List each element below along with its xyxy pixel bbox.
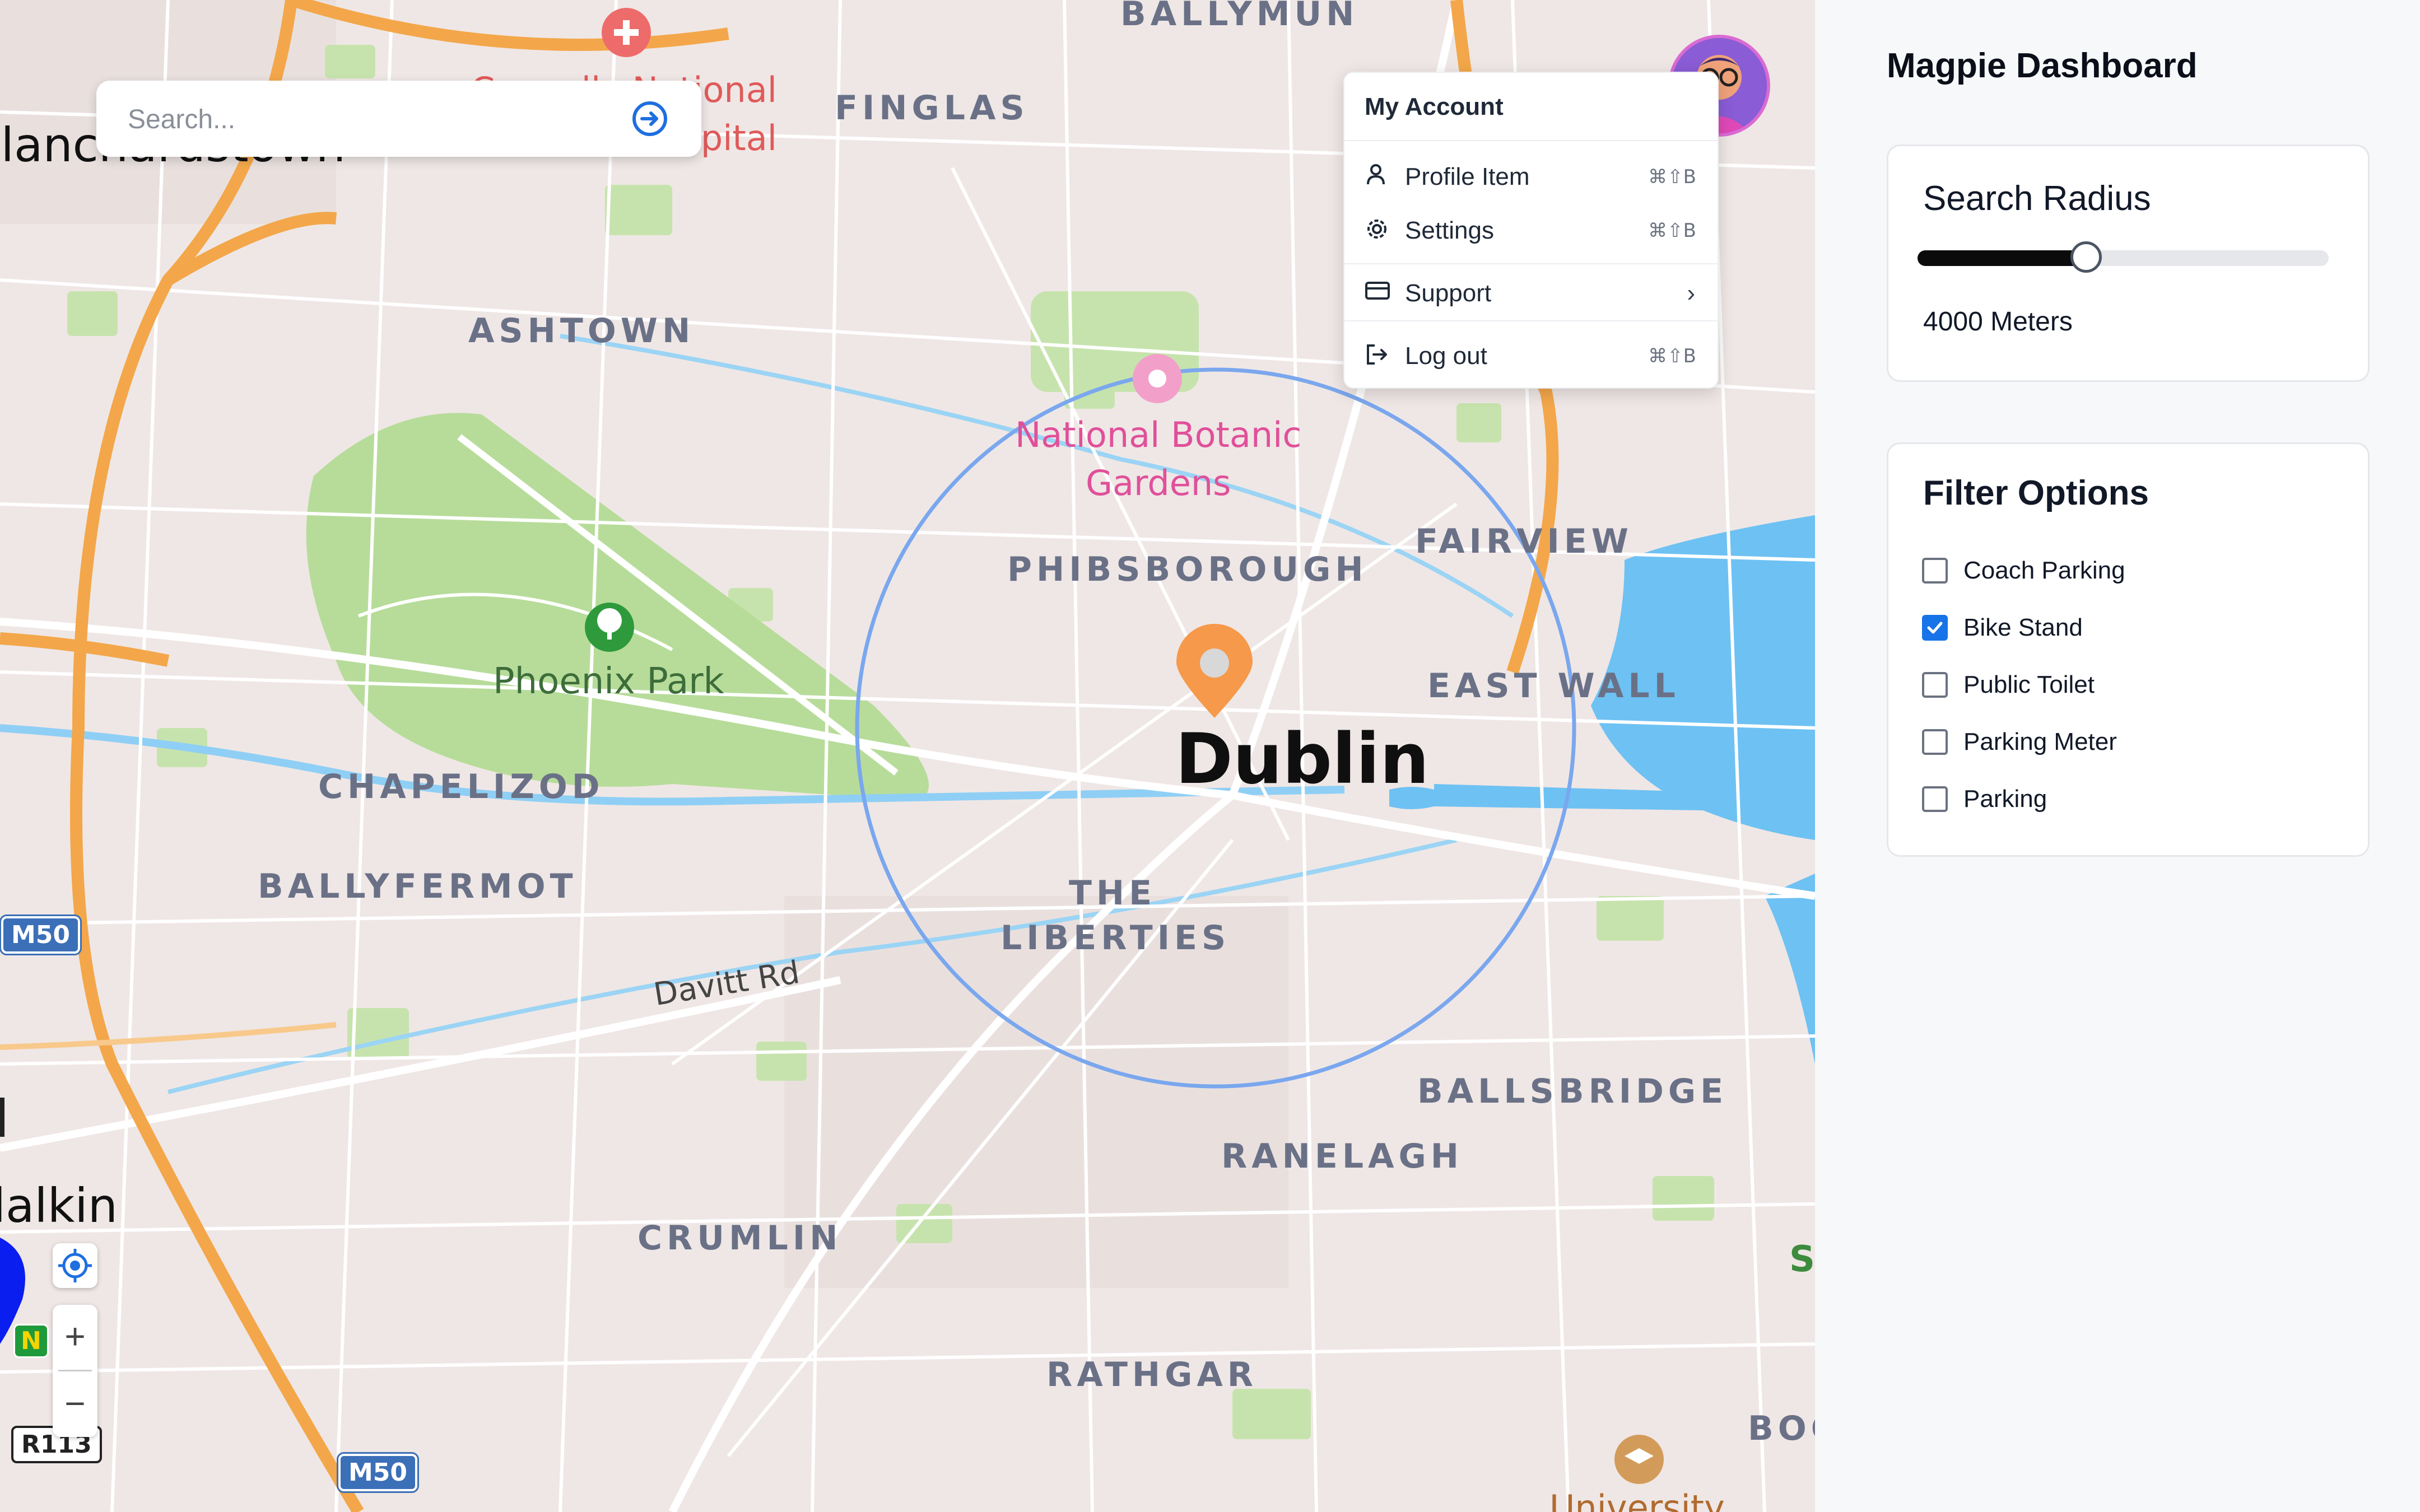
checkbox[interactable] [1922,672,1948,698]
credit-card-icon [1365,279,1393,307]
menu-item-logout[interactable]: Log out ⌘⇧B [1344,329,1718,383]
botanic-label-line2: Gardens [1085,463,1231,503]
search-radius-title: Search Radius [1923,179,2151,218]
person-icon [1365,163,1393,191]
checkbox[interactable] [1922,558,1948,584]
checkbox[interactable] [1922,786,1948,812]
district-label: CRUMLIN [637,1219,843,1258]
park-tree-icon [585,603,634,652]
filter-option-label: Public Toilet [1963,671,2095,698]
menu-item-support[interactable]: Support › [1344,267,1718,320]
menu-shortcut: ⌘⇧B [1648,345,1696,367]
filter-options-title: Filter Options [1923,474,2149,512]
menu-shortcut: ⌘⇧B [1648,166,1696,188]
menu-item-profile[interactable]: Profile Item ⌘⇧B [1344,150,1718,204]
gear-icon [1365,217,1393,245]
menu-header: My Account [1365,93,1504,120]
filter-option-bike-stand[interactable]: Bike Stand [1922,611,2083,645]
menu-item-label: Support [1405,279,1492,307]
district-label: LIBERTIES [1000,918,1231,958]
radius-slider[interactable] [1918,241,2329,273]
district-label: FAIRVIEW [1415,522,1633,561]
park-label: Phoenix Park [493,661,724,702]
district-label: ASHTOWN [468,311,695,351]
menu-item-settings[interactable]: Settings ⌘⇧B [1344,204,1718,258]
menu-divider [1344,263,1718,264]
clondalkin-label: Clondalkin [0,1178,118,1233]
chevron-right-icon: › [1687,279,1695,307]
district-label: RANELAGH [1221,1137,1463,1176]
road-shield-n: N [13,1324,49,1358]
filter-option-coach-parking[interactable]: Coach Parking [1922,554,2125,587]
checkbox[interactable] [1922,729,1948,755]
city-label: Dublin [1175,719,1430,800]
menu-divider [1344,140,1718,141]
search-go-button[interactable] [631,100,669,138]
road-shield-m50: M50 [0,914,82,955]
district-label: CHAPELIZOD [318,767,604,806]
dashboard-panel: Magpie Dashboard Search Radius 4000 Mete… [1815,0,2420,1512]
district-label: PHIBSBOROUGH [1007,550,1368,589]
filter-option-label: Coach Parking [1963,557,2125,584]
filter-option-parking-meter[interactable]: Parking Meter [1922,725,2117,759]
radius-value-label: 4000 Meters [1923,307,2073,337]
filter-options-card: Filter Options Coach Parking Bike Stand Pu… [1887,442,2370,857]
district-label: BOO [1748,1409,1815,1448]
map-search-bar [96,81,701,157]
road-shield-m50: M50 [336,1452,420,1493]
radius-slider-fill [1918,250,2086,266]
attraction-icon [1133,354,1182,403]
checkmark-icon [1927,622,1943,634]
radius-slider-thumb[interactable] [2070,241,2102,273]
hospital-icon [602,8,651,57]
district-label: BALLYMUN [1120,0,1359,34]
botanic-gardens-label: National Botanic Gardens [1015,411,1301,507]
district-label: RATHGAR [1046,1355,1258,1394]
arrow-right-circle-icon [632,101,667,136]
university-icon [1614,1435,1664,1484]
botanic-label-line1: National Botanic [1015,414,1302,455]
menu-item-label: Settings [1405,217,1494,244]
menu-item-label: Profile Item [1405,163,1530,190]
filter-option-label: Parking [1963,785,2047,813]
district-label: EAST WALL [1427,666,1680,706]
map-view[interactable]: BALLYMUN FINGLAS ASHTOWN PHIBSBOROUGH FA… [0,0,1815,1512]
zoom-divider [58,1370,92,1371]
logout-icon [1365,342,1393,370]
search-input[interactable] [127,97,622,141]
menu-divider [1344,320,1718,321]
filter-option-label: Bike Stand [1963,614,2083,641]
locate-me-button[interactable] [53,1243,97,1288]
district-label: BALLSBRIDGE [1417,1072,1728,1111]
filter-option-label: Parking Meter [1963,728,2117,755]
account-dropdown-menu: My Account Profile Item ⌘⇧B Settings ⌘⇧B… [1343,72,1719,389]
zoom-control: + − [53,1305,97,1437]
search-radius-card: Search Radius 4000 Meters [1887,144,2370,382]
filter-option-public-toilet[interactable]: Public Toilet [1922,668,2095,702]
zoom-out-button[interactable]: − [53,1372,97,1435]
menu-item-label: Log out [1405,342,1487,370]
menu-shortcut: ⌘⇧B [1648,220,1696,242]
dashboard-title: Magpie Dashboard [1887,46,2198,85]
district-label: BALLYFERMOT [258,867,578,906]
zoom-in-button[interactable]: + [53,1305,97,1368]
checkbox[interactable] [1922,615,1948,641]
university-label: University [1549,1487,1725,1512]
place-label: S [1789,1239,1815,1280]
district-label: THE [1069,874,1157,913]
district-label: FINGLAS [835,88,1029,128]
filter-option-parking[interactable]: Parking [1922,782,2047,816]
crosshair-icon [58,1249,92,1282]
